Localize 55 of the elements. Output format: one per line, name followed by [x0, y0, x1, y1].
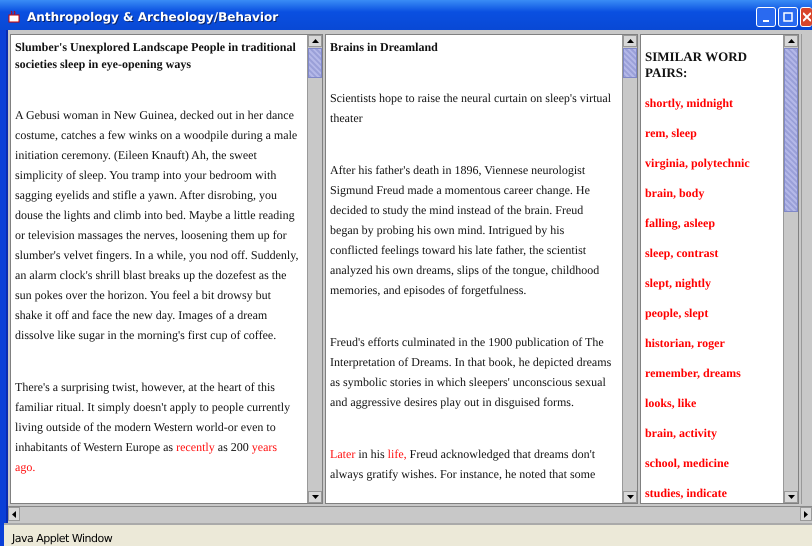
scrollbar-thumb[interactable]: [308, 48, 322, 78]
scroll-down-button[interactable]: [784, 491, 798, 503]
down-triangle-icon: [626, 495, 634, 499]
minimize-button[interactable]: [756, 7, 776, 27]
scrollbar-thumb[interactable]: [623, 48, 637, 78]
word-pair: historian, roger: [645, 335, 726, 351]
up-triangle-icon: [788, 39, 794, 43]
scroll-down-button[interactable]: [308, 491, 322, 503]
word-pair: remember, dreams: [645, 365, 742, 381]
article-paragraph: After his father's death in 1896, Viennese neurologist Sigmund Freud made a momentous career change. He decided to study the mind instead of the brain. Freud began by probing his own mind. Intrigued by his conflicted feelings toward his late father, the scientist analyzed his own dreams, slips of the tongue, childhood memories, and episodes of forgetfulness.: [330, 162, 600, 299]
left-triangle-icon: [12, 510, 16, 518]
scroll-up-button[interactable]: [623, 35, 637, 47]
horizontal-scrollbar[interactable]: [8, 506, 812, 521]
window-title: Anthropology & Archeology/Behavior: [27, 10, 280, 24]
word-pair: rem, sleep: [645, 125, 698, 141]
vertical-scrollbar[interactable]: [783, 35, 798, 503]
vertical-scrollbar[interactable]: [307, 35, 322, 503]
scroll-right-button[interactable]: [800, 507, 812, 521]
word-pair: shortly, midnight: [645, 95, 734, 111]
word-pair: brain, activity: [645, 425, 718, 441]
maximize-button[interactable]: [778, 7, 798, 27]
article-title: Brains in Dreamland: [330, 39, 439, 56]
word-pair: school, medicine: [645, 455, 730, 471]
article-paragraph: Freud's efforts culminated in the 1900 publication of The Interpretation of Dreams. In that book, he depicted dreams as symbolic stories in which sleepers' unconscious sexual and aggressive desires play out in disguised forms.: [330, 334, 612, 411]
status-text: Java Applet Window: [12, 532, 112, 544]
maximize-icon: [783, 12, 793, 22]
scrollbar-thumb[interactable]: [784, 48, 798, 212]
minimize-icon: [763, 20, 769, 22]
close-icon: [803, 12, 811, 22]
scroll-up-button[interactable]: [308, 35, 322, 47]
article-paragraph: Later in his life, Freud acknowledged that dreams don't always gratify wishes. For instance, he noted that some: [330, 446, 596, 483]
word-pair: people, slept: [645, 305, 710, 321]
down-triangle-icon: [312, 495, 318, 499]
word-pairs-heading: SIMILAR WORD PAIRS:: [645, 49, 748, 81]
down-triangle-icon: [788, 495, 794, 499]
word-pair: looks, like: [645, 395, 698, 411]
article-paragraph: A Gebusi woman in New Guinea, decked out in her dance costume, catches a few winks on a woodpile during a male initiation ceremony. (Eileen Knauft) Ah, the sweet simplicity of sleep. You tramp into your bedroom with sagging eyelids and stifle a yawn. After disrobing, you douse the lights and climb into bed. Maybe a little reading or television massages the nerves, loosening them up for slumber's velvet fingers. In a while, you nod off. Suddenly, an alarm clock's shrill blast breaks up the dozefest as the sun pokes over the horizon. You feel a bit drowsy but shake it off and face the new day. Images of a dream dissolve like sugar in the morning's first cup of coffee.: [15, 107, 299, 344]
article-paragraph: There's a surprising twist, however, at the heart of this familiar ritual. It simply doesn't apply to people currently living outside of the modern Western world-or even to inhabitants of Western Europe as recently as 200 years ago.: [15, 379, 292, 476]
word-pair: studies, indicate: [645, 485, 728, 501]
scroll-down-button[interactable]: [623, 491, 637, 503]
word-pair: brain, body: [645, 185, 706, 201]
word-pair: falling, asleep: [645, 215, 716, 231]
up-triangle-icon: [626, 39, 634, 43]
right-triangle-icon: [804, 510, 808, 518]
article-title: Slumber's Unexplored Landscape People in traditional societies sleep in eye-opening ways: [15, 39, 297, 73]
coffee-cup-icon: [8, 10, 22, 24]
word-pair: virginia, polytechnic: [645, 155, 751, 171]
article-paragraph: Scientists hope to raise the neural curtain on sleep's virtual theater: [330, 90, 612, 127]
scroll-left-button[interactable]: [8, 507, 20, 521]
word-pair: slept, nightly: [645, 275, 712, 291]
up-triangle-icon: [312, 39, 318, 43]
close-button[interactable]: [800, 7, 812, 27]
scroll-up-button[interactable]: [784, 35, 798, 47]
vertical-scrollbar[interactable]: [622, 35, 637, 503]
word-pair: sleep, contrast: [645, 245, 720, 261]
